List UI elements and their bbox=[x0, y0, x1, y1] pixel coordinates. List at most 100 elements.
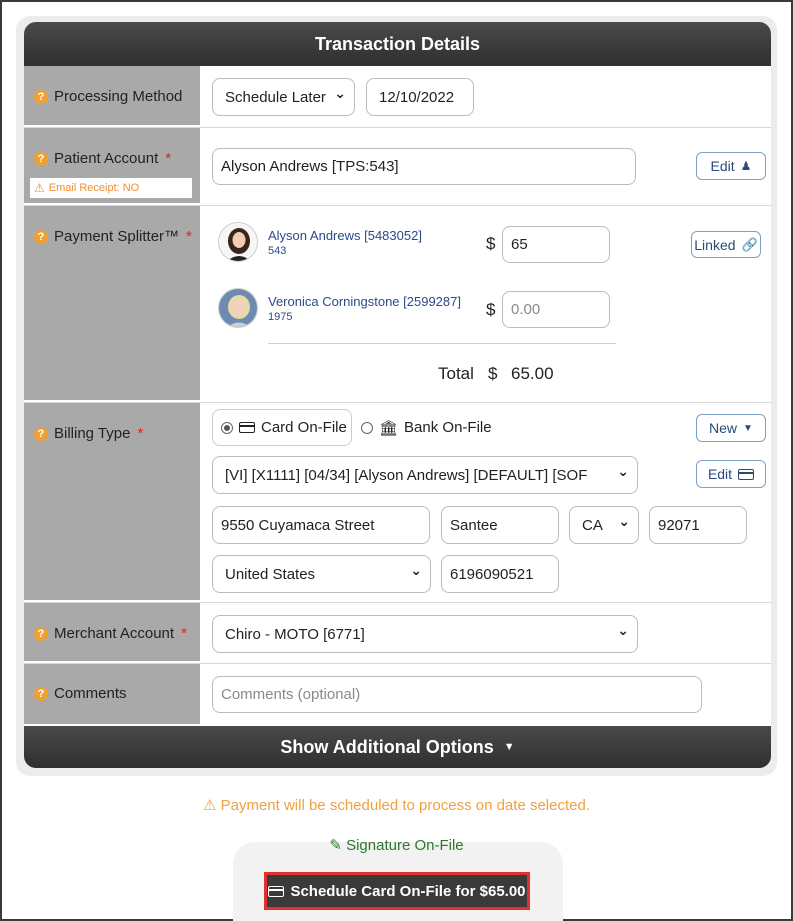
help-icon[interactable]: ? bbox=[34, 686, 48, 701]
submit-label: Schedule Card On-File for $65.00 bbox=[290, 882, 526, 900]
splitter-patient-sub: 1975 bbox=[268, 311, 293, 323]
processing-method-row: ? Processing Method Schedule Later 12/10… bbox=[24, 66, 771, 128]
processing-method-value: Schedule Later bbox=[225, 88, 326, 106]
user-icon: ♟ bbox=[740, 159, 752, 173]
patient-account-value: Alyson Andrews [TPS:543] bbox=[221, 158, 399, 175]
linked-label: Linked bbox=[694, 236, 736, 253]
new-billing-button[interactable]: New ▼ bbox=[696, 414, 766, 442]
credit-card-icon bbox=[738, 468, 755, 480]
country-select[interactable]: United States bbox=[212, 555, 431, 593]
merchant-account-text: Merchant Account bbox=[54, 625, 175, 642]
help-icon[interactable]: ? bbox=[34, 151, 48, 166]
merchant-account-value: Chiro - MOTO [6771] bbox=[225, 625, 365, 643]
merchant-account-select[interactable]: Chiro - MOTO [6771] bbox=[212, 615, 638, 653]
warning-icon: ⚠ bbox=[202, 797, 217, 814]
transaction-form: ? Processing Method Schedule Later 12/10… bbox=[24, 66, 771, 726]
processing-method-select[interactable]: Schedule Later bbox=[212, 78, 355, 116]
total-value: 65.00 bbox=[511, 364, 554, 383]
merchant-account-label-cell: ? Merchant Account * bbox=[24, 603, 200, 663]
comments-text: Comments bbox=[54, 685, 127, 702]
city-input[interactable]: Santee bbox=[441, 506, 559, 544]
splitter-patient-name[interactable]: Veronica Corningstone [2599287] bbox=[268, 294, 461, 309]
comments-placeholder: Comments (optional) bbox=[221, 686, 361, 703]
phone-value: 6196090521 bbox=[450, 565, 534, 583]
card-on-file-label: Card On-File bbox=[261, 419, 347, 436]
required-marker: * bbox=[181, 625, 187, 642]
credit-card-icon bbox=[239, 422, 255, 433]
splitter-amount-input[interactable]: 65 bbox=[502, 226, 610, 263]
page-title: Transaction Details bbox=[314, 33, 481, 54]
avatar bbox=[218, 288, 258, 328]
payment-splitter-label: ? Payment Splitter™ * bbox=[34, 228, 192, 245]
currency-symbol: $ bbox=[488, 364, 498, 383]
patient-edit-button[interactable]: Edit ♟ bbox=[696, 152, 766, 180]
card-select[interactable]: [VI] [X1111] [04/34] [Alyson Andrews] [D… bbox=[212, 456, 638, 494]
radio-button[interactable] bbox=[361, 421, 373, 434]
comments-label: ? Comments bbox=[34, 685, 127, 702]
show-additional-options-button[interactable]: Show Additional Options ▼ bbox=[24, 726, 771, 768]
help-icon[interactable]: ? bbox=[34, 89, 48, 104]
link-icon: 🔗 bbox=[741, 236, 758, 252]
currency-symbol: $ bbox=[486, 234, 496, 253]
caret-down-icon: ▼ bbox=[503, 741, 515, 753]
processing-method-text: Processing Method bbox=[54, 88, 183, 105]
processing-method-label-cell: ? Processing Method bbox=[24, 66, 200, 127]
email-receipt-text: Email Receipt: NO bbox=[48, 182, 140, 194]
patient-edit-label: Edit bbox=[710, 158, 735, 174]
schedule-submit-button[interactable]: Schedule Card On-File for $65.00 bbox=[264, 872, 530, 910]
warning-icon: ⚠ bbox=[34, 181, 45, 195]
signature-text: Signature On-File bbox=[346, 837, 464, 854]
patient-account-input[interactable]: Alyson Andrews [TPS:543] bbox=[212, 148, 636, 185]
state-value: CA bbox=[582, 516, 603, 534]
bank-on-file-label: Bank On-File bbox=[404, 419, 492, 436]
splitter-amount-input[interactable]: 0.00 bbox=[502, 291, 610, 328]
merchant-account-label: ? Merchant Account * bbox=[34, 625, 187, 642]
required-marker: * bbox=[165, 150, 172, 167]
schedule-date-input[interactable]: 12/10/2022 bbox=[366, 78, 474, 116]
panel-header: Transaction Details bbox=[24, 22, 771, 66]
zip-input[interactable]: 92071 bbox=[649, 506, 747, 544]
bank-icon: 🏛 bbox=[379, 419, 399, 437]
avatar bbox=[218, 222, 258, 262]
comments-row: ? Comments Comments (optional) bbox=[24, 664, 771, 726]
bank-on-file-option[interactable]: 🏛 Bank On-File bbox=[361, 409, 492, 446]
help-icon[interactable]: ? bbox=[34, 426, 48, 441]
street-input[interactable]: 9550 Cuyamaca Street bbox=[212, 506, 430, 544]
billing-type-row: ? Billing Type * Card On-File 🏛 Bank On-F… bbox=[24, 403, 771, 603]
phone-input[interactable]: 6196090521 bbox=[441, 555, 559, 593]
credit-card-icon bbox=[268, 885, 285, 897]
splitter-patient-sub: 543 bbox=[268, 245, 287, 257]
card-edit-label: Edit bbox=[707, 466, 733, 482]
signature-status: ✎ Signature On-File bbox=[0, 836, 793, 854]
billing-type-label-cell: ? Billing Type * bbox=[24, 403, 200, 602]
payment-splitter-label-cell: ? Payment Splitter™ * bbox=[24, 206, 200, 402]
card-edit-button[interactable]: Edit bbox=[696, 460, 766, 488]
billing-type-text: Billing Type bbox=[54, 425, 131, 442]
state-select[interactable]: CA bbox=[569, 506, 639, 544]
help-icon[interactable]: ? bbox=[34, 626, 48, 641]
new-billing-label: New bbox=[709, 420, 738, 436]
patient-account-text: Patient Account bbox=[54, 150, 159, 167]
comments-input[interactable]: Comments (optional) bbox=[212, 676, 702, 713]
currency-symbol: $ bbox=[486, 300, 496, 319]
card-on-file-option[interactable]: Card On-File bbox=[212, 409, 352, 446]
radio-button[interactable] bbox=[221, 421, 233, 434]
country-value: United States bbox=[225, 565, 316, 583]
schedule-date-value: 12/10/2022 bbox=[379, 88, 455, 106]
comments-label-cell: ? Comments bbox=[24, 664, 200, 726]
help-icon[interactable]: ? bbox=[34, 229, 48, 244]
email-receipt-warning: ⚠ Email Receipt: NO bbox=[30, 178, 192, 198]
patient-account-label: ? Patient Account * bbox=[34, 150, 171, 167]
billing-type-label: ? Billing Type * bbox=[34, 425, 143, 442]
payment-splitter-row: ? Payment Splitter™ * Alyson Andrews [548… bbox=[24, 206, 771, 403]
card-select-value: [VI] [X1111] [04/34] [Alyson Andrews] [D… bbox=[225, 466, 588, 484]
caret-down-icon: ▼ bbox=[743, 422, 753, 434]
patient-account-label-cell: ? Patient Account * ⚠ Email Receipt: NO bbox=[24, 128, 200, 205]
merchant-account-row: ? Merchant Account * Chiro - MOTO [6771] bbox=[24, 603, 771, 664]
schedule-notice: ⚠ Payment will be scheduled to process o… bbox=[0, 796, 793, 814]
patient-account-row: ? Patient Account * ⚠ Email Receipt: NO A… bbox=[24, 128, 771, 206]
linked-button[interactable]: Linked 🔗 bbox=[691, 231, 761, 258]
required-marker: * bbox=[137, 425, 144, 442]
splitter-patient-name[interactable]: Alyson Andrews [5483052] bbox=[268, 228, 422, 243]
processing-method-label: ? Processing Method bbox=[34, 88, 182, 105]
